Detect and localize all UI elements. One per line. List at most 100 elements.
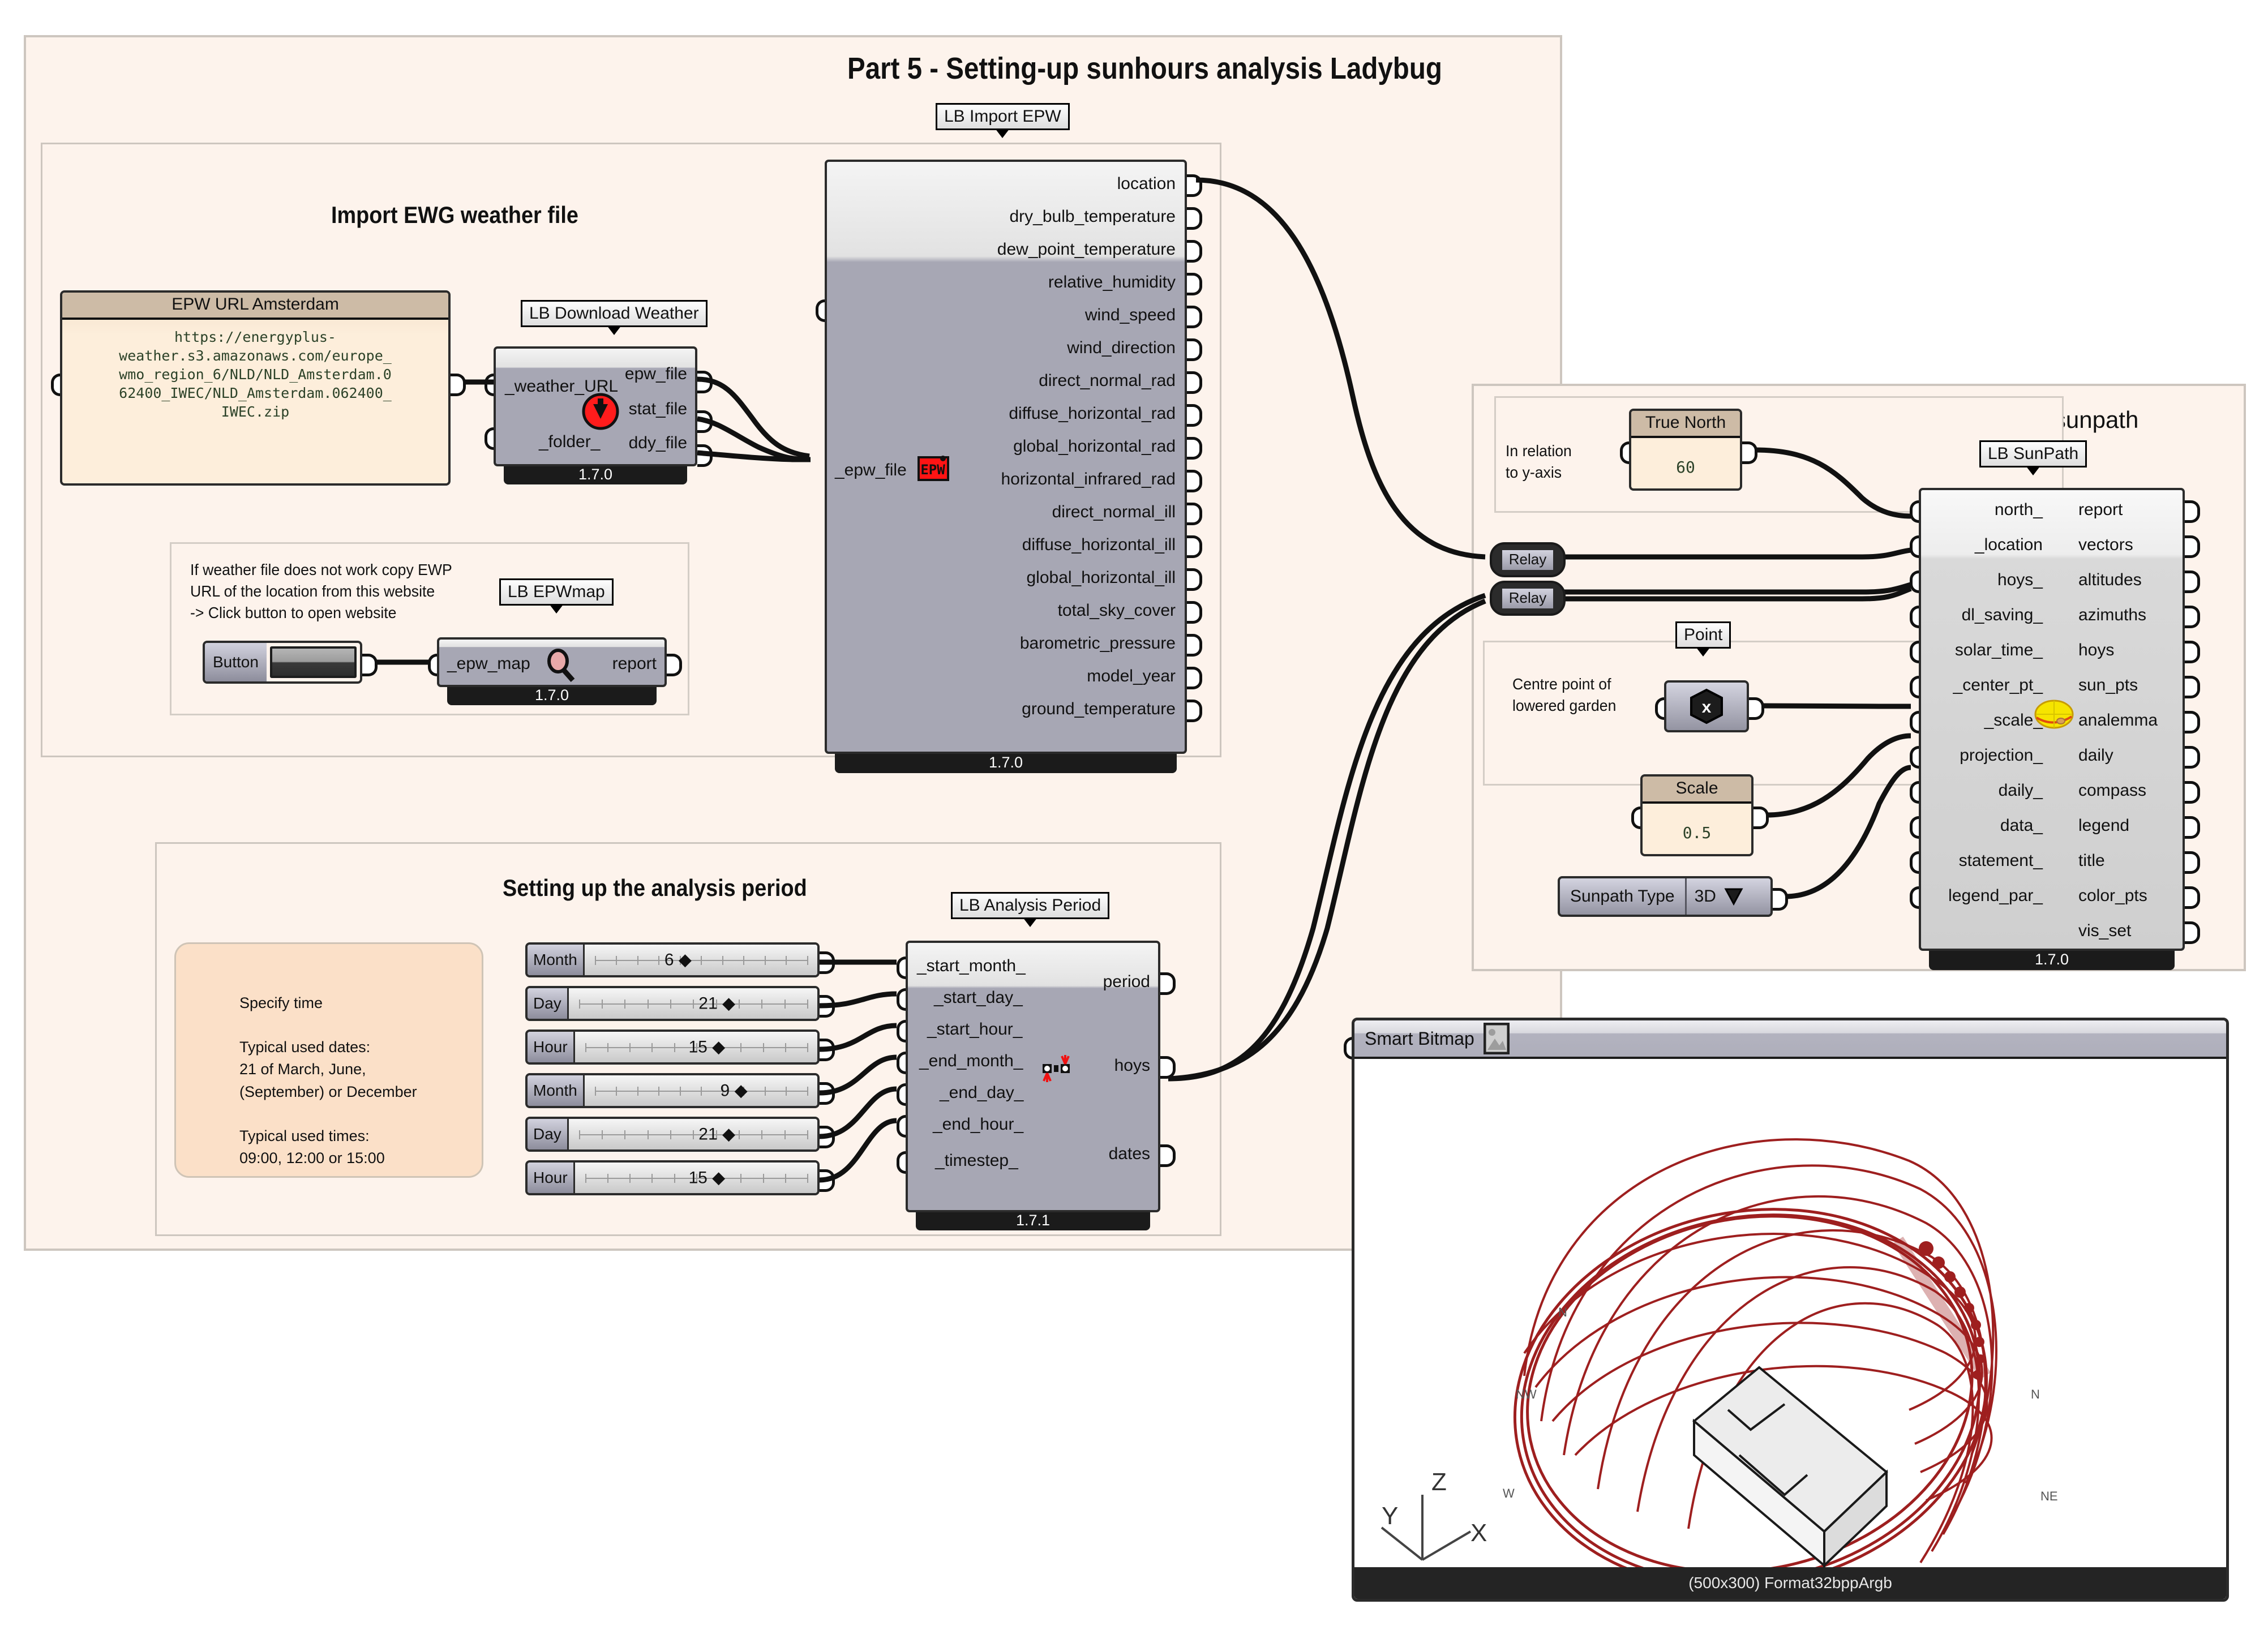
- import-epw-output-ground-temperature[interactable]: ground_temperature: [1022, 700, 1176, 719]
- import-epw-port-relative-humidity[interactable]: [1187, 273, 1202, 295]
- sunpath-output-color-pts[interactable]: color_pts: [2078, 886, 2175, 906]
- sunpath-input-projection-[interactable]: projection_: [1921, 746, 2043, 765]
- sunpath-output-title[interactable]: title: [2078, 851, 2175, 870]
- start-day-slider-output-port[interactable]: [820, 995, 835, 1018]
- start-month-slider[interactable]: Month 6 ◆: [525, 942, 820, 977]
- import-epw-port-direct-normal-ill[interactable]: [1187, 503, 1202, 525]
- epw-url-panel[interactable]: EPW URL Amsterdam https://energyplus-wea…: [60, 290, 451, 486]
- sunpath-output-daily[interactable]: daily: [2078, 746, 2175, 765]
- ap-input-end-month[interactable]: _end_month_: [919, 1052, 1023, 1071]
- true-north-output-port[interactable]: [1742, 441, 1757, 464]
- sunpath-port-out-1[interactable]: [2185, 535, 2200, 558]
- epw-url-panel-output-port[interactable]: [451, 374, 466, 396]
- import-epw-output-direct-normal-rad[interactable]: direct_normal_rad: [1039, 371, 1176, 391]
- lb-download-weather-component[interactable]: _weather_URL _folder_ epw_file stat_file…: [494, 346, 697, 466]
- sunpath-output-analemma[interactable]: analemma: [2078, 711, 2175, 730]
- sunpath-type-valuelist[interactable]: Sunpath Type 3D: [1558, 876, 1773, 917]
- download-port-stat-file[interactable]: [697, 410, 713, 433]
- import-epw-output-direct-normal-ill[interactable]: direct_normal_ill: [1052, 503, 1176, 522]
- sunpath-output-legend[interactable]: legend: [2078, 816, 2175, 835]
- import-epw-output-diffuse-horizontal-ill[interactable]: diffuse_horizontal_ill: [1022, 535, 1176, 555]
- relay-location[interactable]: Relay: [1490, 542, 1566, 577]
- end-hour-slider[interactable]: Hour 15 ◆: [525, 1160, 820, 1195]
- download-output-ddy-file[interactable]: ddy_file: [629, 434, 687, 453]
- sunpath-output-vis-set[interactable]: vis_set: [2078, 921, 2175, 941]
- true-north-panel[interactable]: True North 60: [1629, 409, 1742, 491]
- point-param[interactable]: x: [1664, 680, 1749, 732]
- end-hour-slider-output-port[interactable]: [820, 1169, 835, 1192]
- ap-input-start-hour[interactable]: _start_hour_: [927, 1020, 1022, 1039]
- sunpath-input-daily-[interactable]: daily_: [1921, 781, 2043, 800]
- sunpath-port-out-2[interactable]: [2185, 570, 2200, 593]
- sunpath-input-solar-time-[interactable]: solar_time_: [1921, 641, 2043, 660]
- sunpath-port-out-0[interactable]: [2185, 500, 2200, 523]
- sunpath-output-sun-pts[interactable]: sun_pts: [2078, 676, 2175, 695]
- lb-import-epw-component[interactable]: _epw_file EPW location dry_bulb_temperatu…: [825, 160, 1187, 754]
- scale-value[interactable]: 0.5: [1643, 804, 1751, 852]
- chevron-down-icon[interactable]: [1724, 887, 1743, 906]
- ap-input-start-month[interactable]: _start_month_: [917, 956, 1026, 976]
- start-hour-slider[interactable]: Hour 15 ◆: [525, 1030, 820, 1065]
- import-epw-output-global-horizontal-rad[interactable]: global_horizontal_rad: [1013, 437, 1176, 456]
- import-epw-port-global-horizontal-ill[interactable]: [1187, 568, 1202, 591]
- ap-output-dates[interactable]: dates: [1109, 1144, 1150, 1164]
- lb-sunpath-component[interactable]: north_ _location hoys_ dl_saving_ solar_time…: [1919, 488, 2185, 951]
- sunpath-input-dl-saving-[interactable]: dl_saving_: [1921, 606, 2043, 625]
- sunpath-output-vectors[interactable]: vectors: [2078, 535, 2175, 555]
- scale-output-port[interactable]: [1753, 807, 1769, 829]
- end-day-slider-track[interactable]: 21 ◆: [568, 1119, 817, 1149]
- sunpath-input-north-[interactable]: north_: [1921, 500, 2043, 520]
- import-epw-port-model-year[interactable]: [1187, 667, 1202, 689]
- sunpath-port-out-3[interactable]: [2185, 606, 2200, 628]
- start-day-slider-track[interactable]: 21 ◆: [568, 988, 817, 1019]
- sunpath-port-out-5[interactable]: [2185, 676, 2200, 698]
- sunpath-output-report[interactable]: report: [2078, 500, 2175, 520]
- import-epw-output-wind-direction[interactable]: wind_direction: [1067, 338, 1176, 358]
- import-epw-port-wind-direction[interactable]: [1187, 338, 1202, 361]
- sunpath-input-data-[interactable]: data_: [1921, 816, 2043, 835]
- import-epw-output-barometric-pressure[interactable]: barometric_pressure: [1020, 634, 1176, 653]
- ap-port-out-2[interactable]: [1160, 1144, 1176, 1167]
- sunpath-port-out-4[interactable]: [2185, 641, 2200, 663]
- import-epw-output-relative-humidity[interactable]: relative_humidity: [1048, 273, 1176, 292]
- epwmap-button-knob[interactable]: [269, 646, 357, 678]
- import-epw-output-model-year[interactable]: model_year: [1087, 667, 1176, 686]
- download-output-stat-file[interactable]: stat_file: [629, 400, 687, 419]
- import-epw-port-ground-temperature[interactable]: [1187, 700, 1202, 722]
- sunpath-output-compass[interactable]: compass: [2078, 781, 2175, 800]
- ap-input-end-hour[interactable]: _end_hour_: [933, 1115, 1023, 1134]
- sunpath-output-azimuths[interactable]: azimuths: [2078, 606, 2175, 625]
- epwmap-input-label[interactable]: _epw_map: [447, 654, 530, 674]
- import-epw-port-direct-normal-rad[interactable]: [1187, 371, 1202, 394]
- sunpath-port-out-7[interactable]: [2185, 746, 2200, 769]
- sunpath-port-out-8[interactable]: [2185, 781, 2200, 804]
- import-epw-port-horizontal-infrared-rad[interactable]: [1187, 470, 1202, 492]
- epwmap-button-output-port[interactable]: [362, 654, 378, 676]
- import-epw-port-dew-point-temperature[interactable]: [1187, 240, 1202, 263]
- sunpath-input-legend-par-[interactable]: legend_par_: [1921, 886, 2043, 906]
- ap-port-out-0[interactable]: [1160, 972, 1176, 995]
- sunpath-input-statement-[interactable]: statement_: [1921, 851, 2043, 870]
- ap-input-timestep[interactable]: _timestep_: [935, 1151, 1018, 1170]
- import-epw-port-diffuse-horizontal-ill[interactable]: [1187, 535, 1202, 558]
- ap-output-hoys[interactable]: hoys: [1114, 1056, 1150, 1075]
- end-month-slider-output-port[interactable]: [820, 1082, 835, 1105]
- download-input-folder[interactable]: _folder_: [539, 432, 600, 452]
- start-hour-slider-output-port[interactable]: [820, 1039, 835, 1061]
- download-port-epw-file[interactable]: [697, 371, 713, 393]
- ap-output-period[interactable]: period: [1103, 972, 1150, 992]
- end-month-slider-track[interactable]: 9 ◆: [584, 1075, 817, 1106]
- end-day-slider[interactable]: Day 21 ◆: [525, 1117, 820, 1152]
- ap-input-start-day[interactable]: _start_day_: [934, 988, 1023, 1007]
- start-day-slider[interactable]: Day 21 ◆: [525, 986, 820, 1021]
- import-epw-output-dry-bulb-temperature[interactable]: dry_bulb_temperature: [1009, 207, 1176, 226]
- smart-bitmap-viewer[interactable]: Smart Bitmap Z X Y N NW W N NE (500x300)…: [1352, 1018, 2229, 1602]
- import-epw-output-location[interactable]: location: [1117, 174, 1176, 194]
- sunpath-input--center-pt-[interactable]: _center_pt_: [1921, 676, 2043, 695]
- sunpath-output-altitudes[interactable]: altitudes: [2078, 570, 2175, 590]
- sunpath-port-out-6[interactable]: [2185, 711, 2200, 734]
- import-epw-port-total-sky-cover[interactable]: [1187, 601, 1202, 624]
- bitmap-viewer-titlebar[interactable]: Smart Bitmap: [1354, 1020, 2226, 1059]
- import-epw-output-diffuse-horizontal-rad[interactable]: diffuse_horizontal_rad: [1009, 404, 1176, 423]
- import-epw-port-global-horizontal-rad[interactable]: [1187, 437, 1202, 460]
